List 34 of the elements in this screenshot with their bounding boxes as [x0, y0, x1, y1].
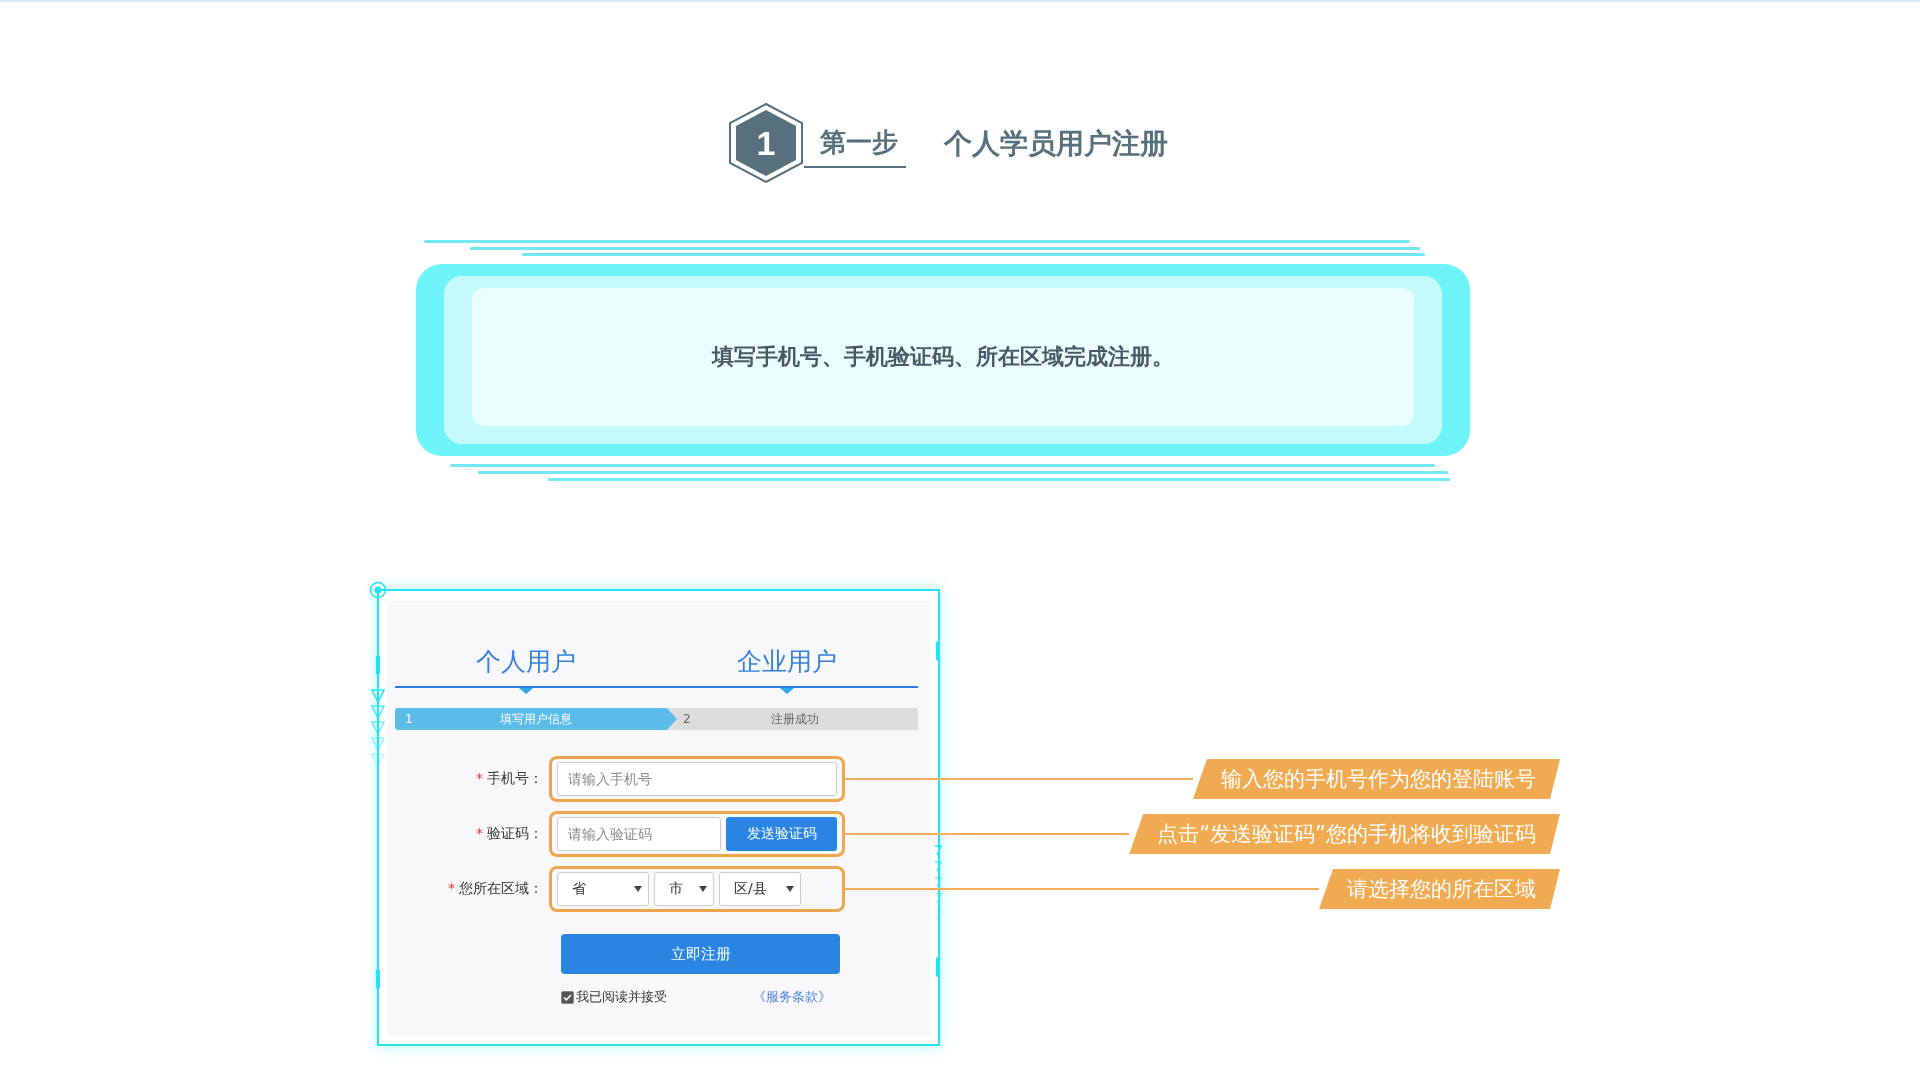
- caret-icon: [699, 886, 707, 892]
- user-type-tab[interactable]: 个人用户: [395, 641, 657, 686]
- select-field[interactable]: 市: [654, 872, 714, 906]
- send-code-button[interactable]: 发送验证码: [726, 817, 837, 851]
- callout-tag: 请选择您的所在区域: [1319, 869, 1560, 909]
- tab-marker-icon: [780, 688, 795, 694]
- register-button[interactable]: 立即注册: [561, 934, 840, 974]
- field-label: * 验证码：: [475, 825, 543, 843]
- step-number: 1: [756, 123, 776, 163]
- caret-icon: [786, 886, 794, 892]
- caret-icon: [634, 886, 642, 892]
- select-field[interactable]: 区/县: [719, 872, 801, 906]
- phone-input-field[interactable]: 请输入手机号: [557, 762, 837, 796]
- code-input-field[interactable]: 请输入验证码: [557, 817, 721, 851]
- step-text: 注册成功: [770, 710, 821, 728]
- select-text: 省: [572, 880, 586, 898]
- tab-marker-icon: [518, 688, 533, 694]
- select-text: 区/县: [734, 880, 767, 898]
- callout-tag: 点击“发送验证码”您的手机将收到验证码: [1129, 814, 1560, 854]
- step-index: 2: [682, 712, 692, 726]
- callout-tag: 输入您的手机号作为您的登陆账号: [1193, 759, 1560, 799]
- agree-text: 我已阅读并接受: [576, 988, 667, 1006]
- select-text: 市: [669, 880, 683, 898]
- field-label: * 手机号：: [475, 770, 543, 788]
- step-text: 填写用户信息: [498, 710, 573, 728]
- page-title: 个人学员用户注册: [944, 126, 1168, 162]
- terms-link[interactable]: 《服务条款》: [753, 988, 831, 1006]
- step-index: 1: [405, 712, 414, 726]
- step-label: 第一步: [804, 125, 906, 168]
- banner-text: 填写手机号、手机验证码、所在区域完成注册。: [712, 343, 1174, 371]
- user-type-tab[interactable]: 企业用户: [656, 641, 918, 686]
- field-label: * 您所在区域：: [447, 880, 543, 898]
- agree-checkbox[interactable]: [561, 990, 574, 1004]
- select-field[interactable]: 省: [557, 872, 649, 906]
